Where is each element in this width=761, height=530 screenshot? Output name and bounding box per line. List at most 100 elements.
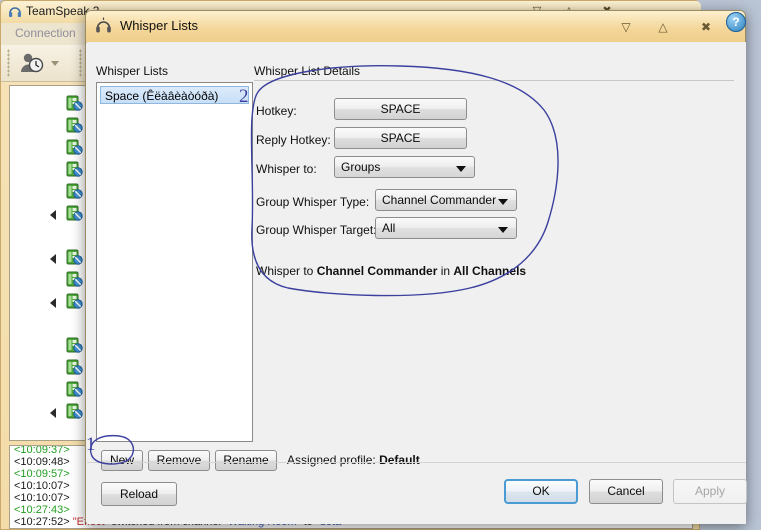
assigned-profile-value: Default <box>379 453 420 467</box>
channel-row[interactable] <box>10 136 90 158</box>
group-whisper-type-value: Channel Commander <box>382 193 497 207</box>
rename-button[interactable]: Rename <box>215 450 277 471</box>
whisper-lists-dialog: Whisper Lists ▽ △ ✖ ? Whisper Lists Whis… <box>85 10 747 524</box>
whisper-lists-label: Whisper Lists <box>96 64 169 78</box>
details-divider <box>254 80 734 81</box>
headset-icon <box>9 7 21 17</box>
chat-line: <10:10:07> <box>14 492 70 504</box>
group-whisper-type-select[interactable]: Channel Commander <box>375 189 517 211</box>
annotation-marker-2: 2 <box>239 86 249 107</box>
help-icon[interactable]: ? <box>726 12 746 32</box>
toolbar-grip[interactable] <box>7 49 10 77</box>
channel-muted-icon <box>66 381 83 397</box>
chat-timestamp: <10:09:37> <box>14 445 70 456</box>
channel-muted-icon <box>66 95 83 111</box>
chat-line: <10:27:52> Channel group "Guest (170)" w… <box>14 528 400 529</box>
chat-timestamp: <10:27:43> <box>14 504 70 516</box>
group-whisper-target-label: Group Whisper Target: <box>256 223 377 237</box>
channel-muted-icon <box>66 117 83 133</box>
hotkey-button[interactable]: SPACE <box>334 98 467 120</box>
chat-timestamp: <10:10:07> <box>14 492 70 504</box>
channel-row[interactable] <box>10 378 90 400</box>
group-whisper-type-label: Group Whisper Type: <box>256 195 370 209</box>
channel-muted-icon <box>66 359 83 375</box>
channel-row[interactable] <box>10 356 90 378</box>
summary-middle: in <box>437 264 454 278</box>
channel-muted-icon <box>66 161 83 177</box>
menu-item-connection[interactable]: Connection <box>15 26 76 40</box>
footer-divider <box>87 462 746 463</box>
headset-icon <box>96 17 111 33</box>
group-whisper-target-value: All <box>382 221 396 235</box>
dialog-title: Whisper Lists <box>120 18 199 33</box>
chat-line: <10:09:57> <box>14 468 70 480</box>
channel-muted-icon <box>66 271 83 287</box>
chat-line: <10:10:07> <box>14 480 70 492</box>
whisper-to-select[interactable]: Groups <box>334 156 475 178</box>
chat-segment: Channel group "Guest (170)" was assigned… <box>73 528 299 529</box>
chat-timestamp: <10:09:57> <box>14 468 70 480</box>
minimize-icon[interactable]: ▽ <box>614 19 638 35</box>
reload-button[interactable]: Reload <box>101 482 177 506</box>
channel-row[interactable] <box>10 268 90 290</box>
new-button[interactable]: New <box>101 450 143 471</box>
ok-button[interactable]: OK <box>504 479 578 504</box>
channel-muted-icon <box>66 293 83 309</box>
group-whisper-target-select[interactable]: All <box>375 217 517 239</box>
close-icon[interactable]: ✖ <box>694 19 718 35</box>
channel-row[interactable] <box>10 158 90 180</box>
summary-prefix: Whisper to <box>256 264 317 278</box>
chat-segment: by <box>335 528 353 529</box>
collapse-triangle-icon[interactable] <box>50 408 56 418</box>
channel-row[interactable] <box>10 290 90 312</box>
chevron-down-icon[interactable] <box>51 61 59 66</box>
chat-segment: "Effect" <box>299 528 335 529</box>
collapse-triangle-icon[interactable] <box>50 210 56 220</box>
chat-line: <10:27:43> <box>14 504 70 516</box>
channel-row[interactable] <box>10 334 90 356</box>
channel-row[interactable] <box>10 246 90 268</box>
apply-button: Apply <box>673 479 747 504</box>
chat-timestamp: <10:10:07> <box>14 480 70 492</box>
collapse-triangle-icon[interactable] <box>50 254 56 264</box>
user-clock-icon[interactable] <box>19 51 45 75</box>
list-item[interactable]: Space (Êëàâèàòóðà) <box>100 86 249 104</box>
chat-timestamp: <10:27:52> <box>14 528 73 529</box>
channel-row[interactable] <box>10 400 90 422</box>
dialog-titlebar: Whisper Lists ▽ △ ✖ ? <box>86 11 746 43</box>
chat-line: <10:09:37> <box>14 445 70 456</box>
reply-hotkey-label: Reply Hotkey: <box>256 133 331 147</box>
channel-muted-icon <box>66 249 83 265</box>
maximize-icon[interactable]: △ <box>651 19 675 35</box>
whisper-summary: Whisper to Channel Commander in All Chan… <box>256 264 526 278</box>
channel-muted-icon <box>66 183 83 199</box>
remove-button[interactable]: Remove <box>148 450 210 471</box>
channel-row[interactable] <box>10 92 90 114</box>
channel-muted-icon <box>66 337 83 353</box>
whisper-list-details-label: Whisper List Details <box>254 64 361 78</box>
chat-segment: Vae Victis <box>352 528 400 529</box>
summary-type: Channel Commander <box>316 264 438 278</box>
channel-row[interactable] <box>10 202 90 224</box>
chat-timestamp: <10:09:48> <box>14 456 70 468</box>
channel-row[interactable] <box>10 180 90 202</box>
channel-row[interactable] <box>10 114 90 136</box>
whisper-lists-listbox[interactable]: Space (Êëàâèàòóðà) <box>96 82 253 442</box>
assigned-profile-label: Assigned profile: <box>287 453 380 467</box>
chevron-down-icon <box>498 199 508 205</box>
dialog-body: Whisper Lists Whisper List Details Space… <box>87 42 747 524</box>
summary-target: All Channels <box>453 264 527 278</box>
annotation-marker-1: 1 <box>86 434 96 455</box>
assigned-profile: Assigned profile: Default <box>287 453 420 467</box>
collapse-triangle-icon[interactable] <box>50 298 56 308</box>
toolbar-grip-2[interactable] <box>79 49 82 77</box>
channel-muted-icon <box>66 205 83 221</box>
chat-line: <10:09:48> <box>14 456 70 468</box>
channel-tree[interactable] <box>9 85 91 441</box>
reply-hotkey-button[interactable]: SPACE <box>334 127 467 149</box>
channel-muted-icon <box>66 139 83 155</box>
cancel-button[interactable]: Cancel <box>589 479 663 504</box>
chevron-down-icon <box>456 166 466 172</box>
chevron-down-icon <box>498 227 508 233</box>
channel-muted-icon <box>66 403 83 419</box>
